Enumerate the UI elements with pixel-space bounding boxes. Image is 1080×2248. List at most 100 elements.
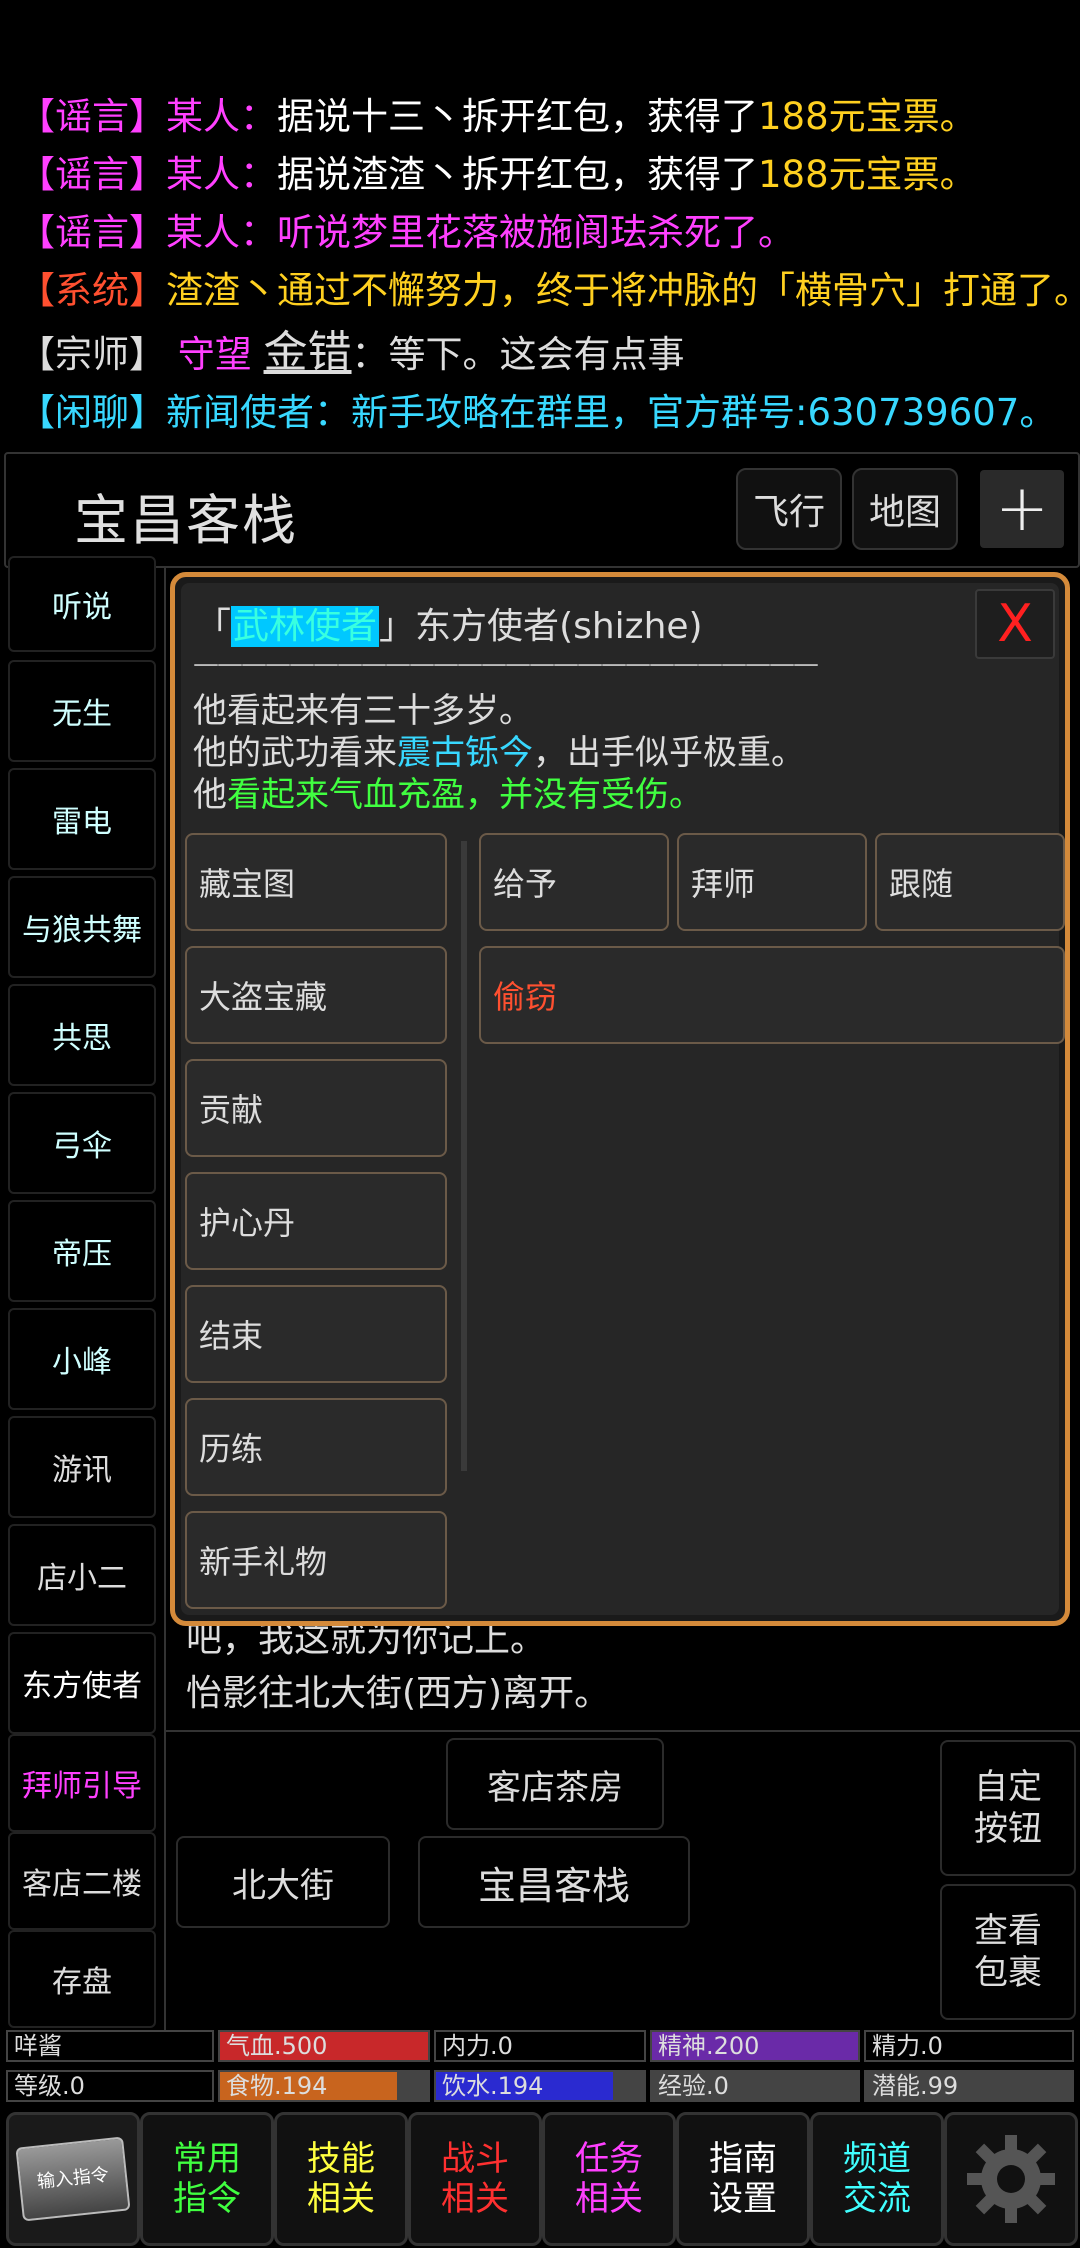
sidebar-item-label: 弓伞 <box>52 1129 112 1164</box>
stat-label: 精神.200 <box>658 2032 760 2060</box>
message-line: 怡影往北大街(西方)离开。 <box>186 1673 611 1714</box>
channel-tag: 【宗师】 <box>18 333 166 376</box>
sidebar-item-label: 雷电 <box>52 805 112 840</box>
stat-food: 食物.194 <box>218 2070 430 2102</box>
stat-label: 精力.0 <box>872 2032 943 2060</box>
chat-sender: 某人： <box>166 153 277 196</box>
tab-label: 相关 <box>441 2179 509 2219</box>
action-follow[interactable]: 跟随 <box>875 833 1065 931</box>
tab-guide-settings[interactable]: 指南 设置 <box>676 2112 810 2246</box>
stat-label: 潜能.99 <box>872 2072 959 2100</box>
tab-common-commands[interactable]: 常用 指令 <box>140 2112 274 2246</box>
action-training[interactable]: 历练 <box>185 1398 447 1496</box>
sidebar-item[interactable]: 店小二 <box>8 1524 156 1626</box>
stat-potential: 潜能.99 <box>864 2070 1074 2102</box>
channel-tag: 【谣言】 <box>18 153 166 196</box>
sidebar-item-label: 听说 <box>52 590 112 625</box>
sidebar-item-label: 与狼共舞 <box>22 913 142 948</box>
action-contribute[interactable]: 贡献 <box>185 1059 447 1157</box>
chat-line: 【系统】渣渣丶通过不懈努力，终于将冲脉的「横骨穴」打通了。 <box>18 266 1080 316</box>
sidebar-item[interactable]: 东方使者 <box>8 1632 156 1734</box>
stat-player-name: 咩酱 <box>6 2030 214 2062</box>
map-button[interactable]: 地图 <box>852 468 958 550</box>
view-bag-button[interactable]: 查看 包裹 <box>940 1884 1076 2020</box>
sidebar-item-label: 无生 <box>52 697 112 732</box>
npc-rank-tag: 武林使者 <box>231 606 380 647</box>
action-apprentice[interactable]: 拜师 <box>677 833 867 931</box>
keyboard-icon: 输入指令 <box>15 2136 131 2222</box>
health-status: 看起来气血充盈，并没有受伤。 <box>227 775 703 815</box>
desc-text: 他 <box>193 775 227 815</box>
sidebar-item-label: 店小二 <box>37 1561 127 1596</box>
custom-button[interactable]: 自定 按钮 <box>940 1740 1076 1876</box>
input-command-label: 输入指令 <box>36 2164 110 2193</box>
stat-label: 等级.0 <box>14 2072 85 2100</box>
chat-sender: 某人： <box>166 211 277 254</box>
chat-text: 据说渣渣丶拆开红包，获得了 <box>277 153 758 196</box>
sidebar-item-label: 存盘 <box>52 1965 112 2000</box>
chat-text: ：等下。这会有点事 <box>351 333 685 376</box>
sidebar-item[interactable]: 客店二楼 <box>8 1832 156 1930</box>
tab-channels[interactable]: 频道 交流 <box>810 2112 944 2246</box>
stat-level: 等级.0 <box>6 2070 214 2102</box>
stat-label: 饮水.194 <box>442 2072 544 2100</box>
sidebar-item[interactable]: 雷电 <box>8 768 156 870</box>
action-end[interactable]: 结束 <box>185 1285 447 1383</box>
bracket: 「 <box>195 606 232 647</box>
action-give[interactable]: 给予 <box>479 833 669 931</box>
npc-name: 东方使者 <box>415 606 560 647</box>
stat-label: 气血.500 <box>226 2032 328 2060</box>
tab-label: 交流 <box>843 2179 911 2219</box>
tab-label: 指令 <box>173 2179 241 2219</box>
action-newbie-gift[interactable]: 新手礼物 <box>185 1511 447 1609</box>
chat-text: 听说梦里花落被施阆珐杀死了。 <box>277 211 795 254</box>
sidebar-item[interactable]: 弓伞 <box>8 1092 156 1194</box>
stat-label: 食物.194 <box>226 2072 328 2100</box>
tab-quests[interactable]: 任务 相关 <box>542 2112 676 2246</box>
sidebar-item[interactable]: 听说 <box>8 556 156 652</box>
sidebar-item[interactable]: 无生 <box>8 660 156 762</box>
tab-label: 常用 <box>173 2139 241 2179</box>
channel-tag: 【系统】 <box>18 269 166 312</box>
gear-icon <box>967 2135 1055 2223</box>
chat-line: 【谣言】某人：据说十三丶拆开红包，获得了188元宝票。 <box>18 92 977 142</box>
tab-label: 战斗 <box>441 2139 509 2179</box>
sidebar-item[interactable]: 帝压 <box>8 1200 156 1302</box>
action-thief-treasure[interactable]: 大盗宝藏 <box>185 946 447 1044</box>
location-title: 宝昌客栈 <box>74 489 298 552</box>
chat-sender-name[interactable]: 金错 <box>264 327 352 378</box>
sidebar-item[interactable]: 与狼共舞 <box>8 876 156 978</box>
npc-desc-health: 他看起来气血充盈，并没有受伤。 <box>193 767 703 816</box>
exit-north-street-button[interactable]: 北大街 <box>176 1836 390 1928</box>
bracket: 」 <box>379 606 416 647</box>
chat-text: 渣渣丶通过不懈努力，终于将冲脉的「横骨穴」打通了。 <box>166 269 1080 312</box>
plus-button[interactable]: + <box>980 470 1064 548</box>
action-treasure-map[interactable]: 藏宝图 <box>185 833 447 931</box>
divider <box>166 1730 1080 1732</box>
stat-label: 咩酱 <box>14 2032 62 2060</box>
chat-text-highlight: 188元宝票。 <box>758 153 977 196</box>
fly-button[interactable]: 飞行 <box>736 468 842 550</box>
stat-label: 内力.0 <box>442 2032 513 2060</box>
exit-teahouse-button[interactable]: 客店茶房 <box>446 1738 664 1830</box>
sidebar-item[interactable]: 存盘 <box>8 1930 156 2028</box>
action-heart-pill[interactable]: 护心丹 <box>185 1172 447 1270</box>
input-command-button[interactable]: 输入指令 <box>6 2112 140 2246</box>
tab-skills[interactable]: 技能 相关 <box>274 2112 408 2246</box>
stat-water: 饮水.194 <box>434 2070 646 2102</box>
sidebar-item-label: 游讯 <box>52 1453 112 1488</box>
chat-line: 【宗师】 守望 金错：等下。这会有点事 <box>18 328 685 380</box>
tab-label: 任务 <box>575 2139 643 2179</box>
settings-gear-button[interactable] <box>944 2112 1078 2246</box>
tab-combat[interactable]: 战斗 相关 <box>408 2112 542 2246</box>
sidebar-item[interactable]: 游讯 <box>8 1416 156 1518</box>
sidebar-item[interactable]: 小峰 <box>8 1308 156 1410</box>
sidebar-item[interactable]: 拜师引导 <box>8 1734 156 1832</box>
sidebar-item[interactable]: 共思 <box>8 984 156 1086</box>
current-room-button[interactable]: 宝昌客栈 <box>418 1836 690 1928</box>
npc-id: (shizhe) <box>559 606 703 647</box>
npc-dialog: 「武林使者」东方使者(shizhe) X ———————————————————… <box>170 572 1070 1626</box>
chat-sender[interactable]: 守望 <box>178 333 252 376</box>
sidebar-item-label: 东方使者 <box>22 1669 142 1704</box>
action-steal[interactable]: 偷窃 <box>479 946 1065 1044</box>
